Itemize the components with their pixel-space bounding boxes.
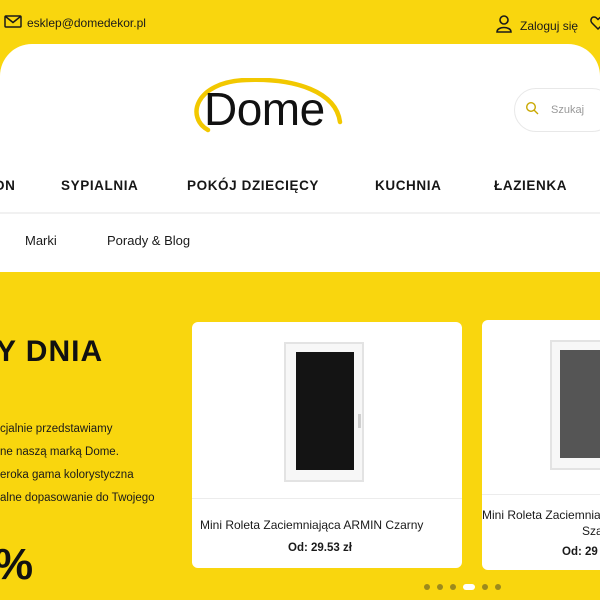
search-icon (525, 101, 539, 120)
sub-nav: Marki Porady & Blog (0, 233, 600, 253)
product-name[interactable]: Mini Roleta Zaciemniająca ARMIN Czarny (200, 518, 423, 532)
carousel-dot[interactable] (437, 584, 443, 590)
carousel-dot[interactable] (450, 584, 456, 590)
nav-item-sypialnia[interactable]: SYPIALNIA (61, 178, 138, 193)
login-label: Zaloguj się (520, 18, 579, 33)
site-header: Dome Szukaj ON SYPIALNIA POKÓJ DZIECIĘCY… (0, 44, 600, 272)
nav-item-pokoj-dzieciecy[interactable]: POKÓJ DZIECIĘCY (187, 178, 319, 193)
product-image[interactable] (284, 342, 364, 482)
hero-discount: % (0, 540, 33, 590)
email-text: esklep@domedekor.pl (27, 16, 146, 30)
nav-item-lazienka[interactable]: ŁAZIENKA (494, 178, 567, 193)
main-nav: ON SYPIALNIA POKÓJ DZIECIĘCY KUCHNIA ŁAZ… (0, 178, 600, 200)
logo[interactable]: Dome (204, 82, 325, 136)
login-link[interactable]: Zaloguj się (496, 15, 578, 36)
contact-email[interactable]: esklep@domedekor.pl (4, 15, 146, 31)
product-name-line2: Sza (582, 524, 600, 538)
heart-icon[interactable] (590, 16, 600, 35)
mail-icon (4, 15, 22, 31)
carousel-dot[interactable] (424, 584, 430, 590)
search-box[interactable]: Szukaj (514, 88, 600, 132)
nav-item-kuchnia[interactable]: KUCHNIA (375, 178, 441, 193)
carousel-dot-active[interactable] (463, 584, 475, 590)
product-price: Od: 29 (562, 546, 598, 558)
search-input[interactable]: Szukaj (551, 104, 584, 116)
carousel-dots (424, 584, 501, 590)
carousel-dot[interactable] (482, 584, 488, 590)
hero-description: cjalnie przedstawiamy ne naszą marką Dom… (0, 418, 175, 510)
product-card[interactable]: Mini Roleta Zaciemniająca ARMIN Czarny O… (192, 322, 462, 568)
hero-title: Y DNIA (0, 335, 104, 368)
product-name[interactable]: Mini Roleta Zaciemnia (482, 508, 600, 522)
subnav-item-marki[interactable]: Marki (25, 233, 57, 248)
product-price: Od: 29.53 zł (288, 542, 352, 554)
product-image[interactable] (550, 340, 600, 470)
hero-desc-line: eroka gama kolorystyczna (0, 469, 134, 481)
nav-item-salon[interactable]: ON (0, 178, 15, 193)
hero-desc-line: alne dopasowanie do Twojego (0, 492, 155, 504)
hero-desc-line: ne naszą marką Dome. (0, 446, 119, 458)
product-card[interactable]: Mini Roleta Zaciemnia Sza Od: 29 (482, 320, 600, 570)
nav-divider (0, 212, 600, 214)
subnav-item-porady-blog[interactable]: Porady & Blog (107, 233, 190, 248)
user-icon (496, 15, 512, 36)
carousel-dot[interactable] (495, 584, 501, 590)
hero-desc-line: cjalnie przedstawiamy (0, 423, 113, 435)
